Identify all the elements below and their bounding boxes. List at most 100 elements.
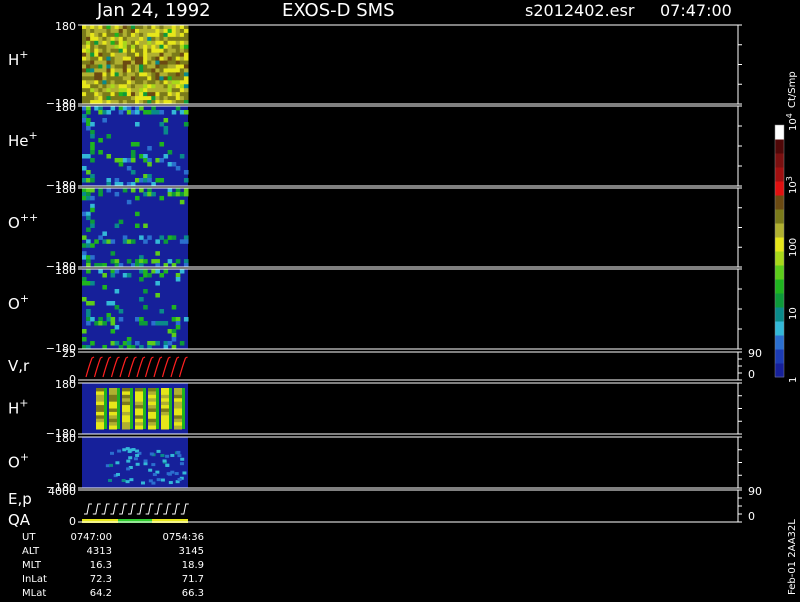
heatmap-cell <box>114 48 120 54</box>
heatmap-cell <box>179 239 185 244</box>
energy-step-trace <box>154 503 163 515</box>
heatmap-cell <box>148 468 153 472</box>
heatmap-cell <box>109 398 117 403</box>
heatmap-cell <box>122 158 128 163</box>
heatmap-cell <box>122 235 128 240</box>
heatmap-cell <box>86 52 91 58</box>
heatmap-cell <box>175 259 181 264</box>
heatmap-cell <box>167 56 173 62</box>
heatmap-cell <box>155 178 160 183</box>
heatmap-cell <box>159 52 165 58</box>
heatmap-cell <box>147 96 152 101</box>
heatmap-cell <box>114 56 120 62</box>
heatmap-cell <box>98 68 103 73</box>
energy-step-trace <box>84 503 92 515</box>
colorbar-segment <box>775 251 784 266</box>
heatmap-cell <box>90 52 95 58</box>
heatmap-cell <box>126 68 132 73</box>
heatmap-cell <box>106 36 112 42</box>
panel-label-secondary: QA <box>8 511 31 529</box>
velocity-trace <box>136 356 146 378</box>
heatmap-cell <box>110 25 116 30</box>
heatmap-cell <box>94 88 99 93</box>
heatmap-cell <box>130 150 136 155</box>
heatmap-cell <box>94 72 99 77</box>
heatmap-cell <box>171 25 177 30</box>
heatmap-cell <box>151 36 156 42</box>
heatmap-cell <box>163 80 169 85</box>
heatmap-cell <box>139 259 144 264</box>
heatmap-cell <box>86 40 91 46</box>
heatmap-cell <box>135 110 140 115</box>
heatmap-cell <box>102 96 107 101</box>
heatmap-cell <box>135 398 143 403</box>
heatmap-cell <box>143 158 148 163</box>
heatmap-cell <box>179 269 185 274</box>
heatmap-cell <box>122 415 130 420</box>
heatmap-cell <box>106 92 112 97</box>
heatmap-cell <box>143 459 148 463</box>
heatmap-cell <box>147 84 152 89</box>
heatmap-cell <box>114 36 120 42</box>
heatmap-cell <box>94 28 99 34</box>
heatmap-cell <box>147 188 152 193</box>
heatmap-cell <box>143 52 148 58</box>
heatmap-cell <box>125 447 130 451</box>
y-tick-top: 180 <box>55 183 76 196</box>
heatmap-cell <box>175 191 181 197</box>
heatmap-cell <box>159 273 165 278</box>
heatmap-cell <box>163 60 169 65</box>
heatmap-cell <box>139 25 144 30</box>
heatmap-cell <box>161 415 169 420</box>
heatmap-cell <box>135 418 143 423</box>
heatmap-cell <box>167 76 173 81</box>
heatmap-cell <box>159 72 165 77</box>
heatmap-cell <box>159 142 165 147</box>
y-tick-top: 4000 <box>48 485 76 498</box>
heatmap-cell <box>175 76 181 81</box>
heatmap-cell <box>148 398 156 403</box>
heatmap-cell <box>174 391 182 396</box>
heatmap-cell <box>130 170 136 175</box>
heatmap-cell <box>183 191 189 197</box>
heatmap-cell <box>167 84 173 89</box>
heatmap-cell <box>179 76 185 81</box>
heatmap-cell <box>171 56 177 62</box>
heatmap-cell <box>115 461 120 465</box>
heatmap-cell <box>122 106 128 111</box>
heatmap-cell <box>167 188 173 193</box>
heatmap-cell <box>167 52 173 58</box>
heatmap-cell <box>143 462 148 466</box>
heatmap-cell <box>118 56 124 62</box>
heatmap-cell <box>147 273 152 278</box>
heatmap-cell <box>122 422 130 427</box>
heatmap-cell <box>98 52 103 58</box>
heatmap-cell <box>106 68 112 73</box>
heatmap-cell <box>82 114 87 119</box>
heatmap-cell <box>179 52 185 58</box>
heatmap-cell <box>128 456 133 460</box>
heatmap-cell <box>147 60 152 65</box>
heatmap-cell <box>126 60 132 65</box>
heatmap-cell <box>175 96 181 101</box>
heatmap-cell <box>151 269 156 274</box>
heatmap-cell <box>151 32 156 38</box>
heatmap-cell <box>147 25 152 30</box>
heatmap-cell <box>160 453 165 457</box>
heatmap-cell <box>167 48 173 54</box>
energy-step-trace <box>180 503 189 515</box>
heatmap-cell <box>143 72 148 77</box>
heatmap-cell <box>122 28 128 34</box>
heatmap-cell <box>135 142 140 147</box>
heatmap-cell <box>130 68 136 73</box>
heatmap-cell <box>86 48 91 54</box>
heatmap-cell <box>114 289 120 294</box>
heatmap-cell <box>143 154 148 159</box>
heatmap-cell <box>163 239 169 244</box>
heatmap-cell <box>82 84 87 89</box>
heatmap-cell <box>86 211 91 217</box>
colorbar-segment <box>775 279 784 294</box>
heatmap-cell <box>126 36 132 42</box>
heatmap-cell <box>122 401 130 406</box>
heatmap-cell <box>114 223 120 228</box>
